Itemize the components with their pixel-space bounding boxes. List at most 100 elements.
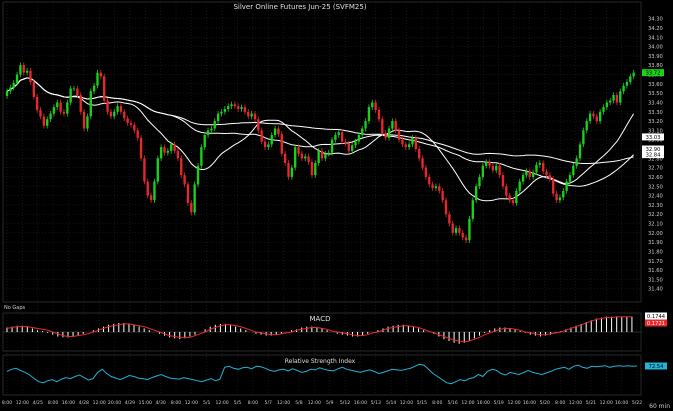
candle-body xyxy=(558,197,562,201)
candle-body xyxy=(96,72,99,86)
candle-body xyxy=(15,74,19,83)
candle-body xyxy=(515,190,518,204)
x-tick-label: 16:00 xyxy=(477,400,490,406)
candle-body xyxy=(66,102,69,114)
candle-body xyxy=(541,162,545,172)
candle-body xyxy=(394,121,397,131)
candle-body xyxy=(384,133,387,138)
candle-body xyxy=(605,102,609,108)
x-tick-label: 16:00 xyxy=(62,400,75,406)
candle-body xyxy=(129,122,133,125)
candle-body xyxy=(35,96,39,110)
x-tick-label: 20:00 xyxy=(108,400,121,406)
candle-body xyxy=(59,102,62,112)
candle-body xyxy=(458,228,461,233)
x-tick-label: 4/28 xyxy=(79,400,89,406)
candle-body xyxy=(89,91,92,117)
x-tick-label: 5/1 xyxy=(203,400,210,406)
candle-body xyxy=(361,128,364,136)
candle-body xyxy=(116,106,119,112)
x-tick-label: 4/25 xyxy=(33,400,43,406)
candle-body xyxy=(25,70,29,73)
candle-body xyxy=(401,139,404,145)
candle-body xyxy=(46,119,49,126)
candle-body xyxy=(136,130,139,138)
x-tick-label: 12:00 xyxy=(93,400,106,406)
candle-body xyxy=(535,164,538,173)
candle-body xyxy=(602,107,605,112)
candle-body xyxy=(481,165,485,177)
candle-body xyxy=(495,165,498,171)
candle-body xyxy=(441,190,444,201)
candle-body xyxy=(260,130,263,142)
candle-body xyxy=(277,128,280,135)
candle-body xyxy=(103,76,106,101)
price-label-text: 33.72 xyxy=(646,71,661,77)
candle-body xyxy=(29,70,32,82)
candle-body xyxy=(119,106,123,112)
candle-body xyxy=(263,141,267,148)
macd-title: MACD xyxy=(310,315,331,323)
interval-label: 60 min xyxy=(649,403,670,410)
x-tick-label: 8:00 xyxy=(248,400,258,406)
candle-body xyxy=(572,165,575,176)
candle-body xyxy=(350,145,354,151)
y-tick-label: 32.20 xyxy=(648,212,663,218)
candle-body xyxy=(538,162,541,165)
candle-body xyxy=(625,81,629,86)
candle-body xyxy=(62,111,66,114)
candle-body xyxy=(371,102,374,108)
candle-body xyxy=(518,181,521,191)
candle-body xyxy=(511,200,515,204)
candle-body xyxy=(304,156,307,159)
candle-body xyxy=(464,237,468,241)
candle-body xyxy=(253,113,257,120)
candle-body xyxy=(143,158,146,182)
x-tick-label: 8:00 xyxy=(432,400,442,406)
candle-body xyxy=(203,135,206,148)
y-tick-label: 32.10 xyxy=(648,222,663,228)
candle-body xyxy=(297,147,300,154)
candle-body xyxy=(82,111,86,129)
candle-body xyxy=(367,107,371,122)
candle-body xyxy=(76,88,79,96)
candle-body xyxy=(444,200,448,215)
candle-body xyxy=(290,167,294,177)
candle-body xyxy=(555,193,558,201)
x-tick-label: 15:00 xyxy=(139,400,152,406)
candle-body xyxy=(310,162,314,176)
y-tick-label: 33.50 xyxy=(648,91,663,97)
candle-body xyxy=(488,162,491,166)
candle-body xyxy=(156,158,159,182)
candle-body xyxy=(146,181,149,196)
macd-label-text: 0.1744 xyxy=(647,314,666,320)
candle-body xyxy=(485,162,488,166)
candle-body xyxy=(364,121,367,129)
x-tick-label: 12:00 xyxy=(461,400,474,406)
y-tick-label: 33.30 xyxy=(648,110,663,116)
candle-body xyxy=(273,128,277,136)
candle-body xyxy=(471,200,474,219)
y-tick-label: 34.10 xyxy=(648,35,663,41)
y-tick-label: 33.40 xyxy=(648,100,663,106)
candle-body xyxy=(149,195,153,201)
x-tick-label: 5/13 xyxy=(371,400,381,406)
candle-body xyxy=(250,113,253,117)
y-tick-label: 31.90 xyxy=(648,240,663,246)
candle-body xyxy=(230,104,233,107)
candle-body xyxy=(280,134,283,154)
candle-body xyxy=(320,150,324,159)
candle-body xyxy=(270,135,273,145)
candle-body xyxy=(183,175,186,185)
x-tick-label: 5/22 xyxy=(632,400,642,406)
candle-body xyxy=(531,172,535,177)
candle-body xyxy=(568,175,572,182)
candle-body xyxy=(391,121,394,129)
y-tick-label: 32.00 xyxy=(648,231,663,237)
candle-body xyxy=(404,144,407,148)
x-tick-label: 12:00 xyxy=(600,400,613,406)
candle-body xyxy=(545,171,548,176)
candle-body xyxy=(337,132,340,136)
candle-body xyxy=(334,135,337,140)
candle-body xyxy=(615,95,619,103)
